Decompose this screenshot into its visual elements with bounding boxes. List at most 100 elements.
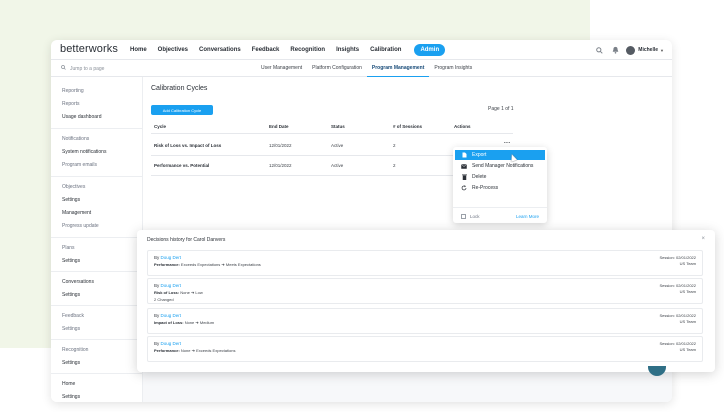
sidebar-divider — [51, 271, 143, 272]
sidebar-heading-recognition: Recognition — [62, 347, 89, 353]
row-actions-menu[interactable]: ... — [504, 139, 511, 145]
change-to: Exceeds Expectations — [196, 348, 236, 353]
sidebar-item-home-settings[interactable]: Settings — [62, 394, 80, 400]
by-prefix: By — [154, 313, 160, 318]
search-icon[interactable] — [594, 45, 604, 55]
tab-platform-configuration[interactable]: Platform Configuration — [307, 60, 367, 77]
menu-item-delete[interactable]: Delete — [455, 172, 545, 182]
nav-insights[interactable]: Insights — [336, 47, 359, 53]
sidebar-heading-home: Home — [62, 381, 76, 387]
jump-to-page[interactable]: Jump to a page — [61, 65, 104, 72]
column-status[interactable]: Status — [331, 124, 345, 129]
nav-links: Home Objectives Conversations Feedback R… — [130, 40, 456, 60]
sidebar-item-program-emails[interactable]: Program emails — [62, 162, 97, 168]
sub-tabs: User Management Platform Configuration P… — [256, 60, 477, 77]
entry-author: By Doug Dert — [154, 313, 181, 318]
add-calibration-cycle-button[interactable]: Add Calibration Cycle — [151, 105, 213, 115]
sidebar-item-usage-dashboard[interactable]: Usage dashboard — [62, 114, 101, 120]
column-end-date[interactable]: End Date — [269, 124, 289, 129]
tab-program-insights[interactable]: Program Insights — [429, 60, 477, 77]
session-team: US Team — [679, 260, 696, 266]
entry-extra: 2 Changed — [154, 297, 174, 302]
author-link[interactable]: Doug Dert — [161, 341, 182, 346]
sidebar-divider — [51, 176, 143, 177]
by-prefix: By — [154, 255, 160, 260]
nav-recognition[interactable]: Recognition — [290, 47, 325, 53]
nav-right: Michelle ▼ — [588, 40, 664, 60]
sidebar-item-plans-settings[interactable]: Settings — [62, 258, 80, 264]
menu-item-re-process[interactable]: Re-Process — [455, 183, 545, 193]
avatar[interactable] — [626, 45, 636, 55]
dropdown-footer: Lock Learn More — [453, 207, 547, 223]
arrow-right-icon: ➔ — [195, 320, 199, 325]
sidebar-heading-reporting: Reporting — [62, 88, 84, 94]
sidebar-item-progress-update[interactable]: Progress update — [62, 223, 99, 229]
entry-session: Session: 02/01/2022 US Team — [660, 341, 696, 352]
change-field: Risk of Loss: — [154, 290, 180, 295]
nav-objectives[interactable]: Objectives — [158, 47, 188, 53]
sidebar-divider — [51, 237, 143, 238]
menu-item-label: Send Manager Notifications — [472, 163, 534, 169]
bell-icon[interactable] — [610, 45, 620, 55]
decision-entry: By Doug Dert Risk of Loss: None ➔ Low 2 … — [147, 278, 703, 304]
column-sessions[interactable]: # of Sessions — [393, 124, 422, 129]
by-prefix: By — [154, 341, 160, 346]
sidebar-item-objectives-settings[interactable]: Settings — [62, 197, 80, 203]
learn-more-link[interactable]: Learn More — [516, 214, 539, 219]
session-team: US Team — [679, 288, 696, 294]
entry-change: Risk of Loss: None ➔ Low — [154, 290, 203, 295]
change-from: None — [180, 348, 191, 353]
column-cycle[interactable]: Cycle — [154, 124, 166, 129]
stage: betterworks Home Objectives Conversation… — [0, 0, 724, 412]
top-nav: betterworks Home Objectives Conversation… — [51, 40, 672, 60]
author-link[interactable]: Doug Dert — [161, 283, 182, 288]
nav-calibration[interactable]: Calibration — [370, 47, 401, 53]
mail-icon — [461, 163, 467, 169]
header-divider — [151, 133, 513, 134]
sidebar-heading-feedback: Feedback — [62, 313, 84, 319]
decision-entry: By Doug Dert Performance: Exceeds Expect… — [147, 250, 703, 276]
modal-title: Decisions history for Carol Danvers — [147, 237, 226, 243]
row-cycle-name[interactable]: Risk of Loss vs. Impact of Loss — [154, 143, 221, 148]
pagination: Page 1 of 1 — [488, 106, 514, 112]
logo: betterworks — [60, 43, 118, 55]
change-from: None — [180, 290, 190, 295]
nav-home[interactable]: Home — [130, 47, 147, 53]
nav-admin[interactable]: Admin — [414, 44, 446, 56]
sidebar-item-feedback-settings[interactable]: Settings — [62, 326, 80, 332]
actions-dropdown: Export Send Manager Notifications Delete… — [453, 147, 547, 223]
lock-toggle[interactable]: Lock — [461, 214, 480, 219]
sidebar: Reporting Reports Usage dashboard Notifi… — [51, 77, 143, 402]
row-cycle-name[interactable]: Performance vs. Potential — [154, 163, 209, 168]
sidebar-item-reports[interactable]: Reports — [62, 101, 80, 107]
sidebar-divider — [51, 305, 143, 306]
sidebar-item-recognition-settings[interactable]: Settings — [62, 360, 80, 366]
sidebar-divider — [51, 339, 143, 340]
menu-item-send-manager-notifications[interactable]: Send Manager Notifications — [455, 161, 545, 171]
author-link[interactable]: Doug Dert — [161, 313, 182, 318]
sidebar-item-conversations-settings[interactable]: Settings — [62, 292, 80, 298]
session-date: Session: 02/01/2022 — [659, 313, 696, 318]
arrow-right-icon: ➔ — [190, 290, 195, 295]
session-team: US Team — [679, 346, 696, 352]
jump-placeholder: Jump to a page — [70, 65, 105, 72]
row-end-date: 12/01/2022 — [269, 163, 292, 168]
lock-checkbox[interactable] — [461, 214, 466, 219]
menu-item-export[interactable]: Export — [455, 150, 545, 160]
author-link[interactable]: Doug Dert — [161, 255, 182, 260]
nav-feedback[interactable]: Feedback — [252, 47, 280, 53]
sidebar-item-system-notifications[interactable]: System notifications — [62, 149, 106, 155]
entry-session: Session: 02/01/2022 US Team — [660, 255, 696, 266]
refresh-icon — [461, 185, 467, 191]
menu-item-label: Export — [472, 152, 487, 158]
chevron-down-icon[interactable]: ▼ — [660, 48, 664, 53]
lock-label: Lock — [470, 214, 480, 219]
close-icon[interactable]: × — [701, 236, 705, 242]
tab-user-management[interactable]: User Management — [256, 60, 307, 77]
sidebar-item-management[interactable]: Management — [62, 210, 91, 216]
tab-program-management[interactable]: Program Management — [366, 60, 430, 77]
arrow-right-icon: ➔ — [191, 348, 195, 353]
user-name[interactable]: Michelle — [638, 47, 658, 53]
change-field: Impact of Loss: — [154, 320, 184, 325]
nav-conversations[interactable]: Conversations — [199, 47, 241, 53]
